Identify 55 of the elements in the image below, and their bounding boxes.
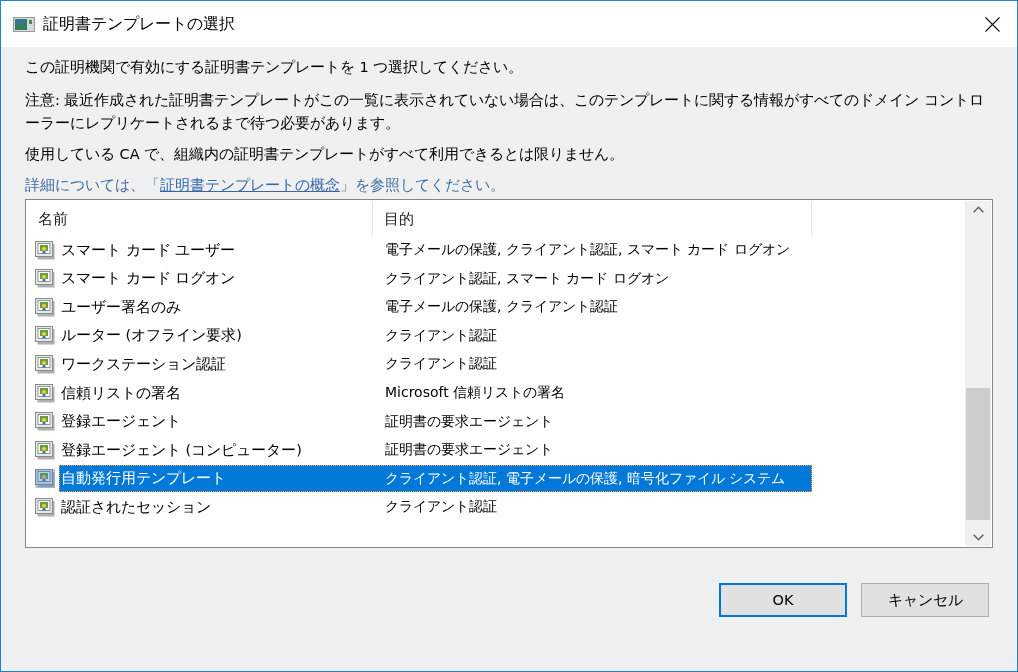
dialog-button[interactable]: OK [719, 583, 847, 617]
template-name: ユーザー署名のみ [60, 297, 182, 317]
template-purpose: 証明書の要求エージェント [385, 441, 553, 460]
window-icon [13, 16, 35, 32]
list-item[interactable]: 登録エージェント (コンピューター) 証明書の要求エージェント [59, 436, 812, 464]
template-purpose: クライアント認証, スマート カード ログオン [385, 269, 669, 288]
template-name: 信頼リストの署名 [60, 383, 182, 403]
certificate-icon [35, 269, 55, 289]
certificate-icon [35, 240, 55, 260]
list-item[interactable]: ルーター (オフライン要求) クライアント認証 [59, 322, 812, 350]
certificate-icon [35, 354, 55, 374]
template-name: 登録エージェント (コンピューター) [60, 440, 303, 460]
note-text: 注意: 最近作成された証明書テンプレートがこの一覧に表示されていない場合は、このテンプレートに関する情報がすべてのドメイン コントローラーにレプリケートされるまで待つ必要があります。 [25, 90, 986, 133]
column-header[interactable]: 目的 [373, 202, 812, 236]
template-name: ルーター (オフライン要求) [60, 326, 243, 346]
certificate-icon [35, 469, 55, 489]
list-item[interactable]: ユーザー署名のみ 電子メールの保護, クライアント認証 [59, 293, 812, 321]
scroll-thumb[interactable] [966, 388, 990, 520]
template-name: 登録エージェント [60, 412, 182, 432]
certificate-icon [35, 497, 55, 517]
certificate-icon [35, 412, 55, 432]
template-name: ワークステーション認証 [60, 354, 227, 374]
help-text: 詳細については、「証明書テンプレートの概念」を参照してください。 [25, 175, 506, 195]
template-purpose: クライアント認証, 電子メールの保護, 暗号化ファイル システム [385, 469, 786, 488]
window-title: 証明書テンプレートの選択 [43, 13, 236, 35]
certificate-icon [35, 383, 55, 403]
template-name: 自動発行用テンプレート [60, 469, 227, 489]
template-purpose: クライアント認証 [385, 355, 497, 374]
template-name: スマート カード ログオン [60, 269, 237, 289]
help-link[interactable]: 証明書テンプレートの概念 [160, 176, 340, 193]
list-item[interactable]: スマート カード ユーザー 電子メールの保護, クライアント認証, スマート カード ログオン [59, 236, 812, 264]
template-name: 認証されたセッション [60, 497, 212, 517]
list-item[interactable]: スマート カード ログオン クライアント認証, スマート カード ログオン [59, 265, 812, 293]
list-item[interactable]: 自動発行用テンプレート クライアント認証, 電子メールの保護, 暗号化ファイル システム [59, 465, 812, 493]
certificate-icon [35, 440, 55, 460]
template-purpose: 電子メールの保護, クライアント認証 [385, 298, 618, 317]
template-purpose: 電子メールの保護, クライアント認証, スマート カード ログオン [385, 241, 790, 260]
certificate-icon [35, 326, 55, 346]
list-item[interactable]: 登録エージェント 証明書の要求エージェント [59, 408, 812, 436]
list-item[interactable]: ワークステーション認証 クライアント認証 [59, 350, 812, 378]
list-item[interactable]: 認証されたセッション クライアント認証 [59, 493, 812, 521]
column-header[interactable]: 名前 [26, 202, 373, 236]
chevron-up-icon [972, 206, 984, 213]
template-purpose: Microsoft 信頼リストの署名 [385, 384, 566, 402]
list-item[interactable]: 信頼リストの署名 Microsoft 信頼リストの署名 [59, 379, 812, 407]
intro-text: この証明機関で有効にする証明書テンプレートを 1 つ選択してください。 [25, 57, 525, 77]
template-purpose: 証明書の要求エージェント [385, 412, 553, 431]
template-purpose: クライアント認証 [385, 498, 497, 517]
close-icon [984, 16, 1000, 32]
dialog-button[interactable]: キャンセル [861, 583, 989, 617]
template-name: スマート カード ユーザー [60, 240, 237, 260]
chevron-down-icon [972, 534, 984, 541]
template-purpose: クライアント認証 [385, 326, 497, 345]
ca-notice-text: 使用している CA で、組織内の証明書テンプレートがすべて利用できるとは限りません。 [25, 144, 626, 164]
certificate-icon [35, 297, 55, 317]
